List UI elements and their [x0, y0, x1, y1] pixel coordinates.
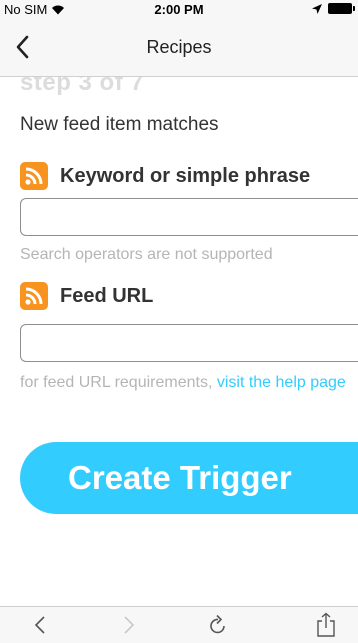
feed-url-field-header: Feed URL [20, 282, 153, 310]
feed-url-helper-text: for feed URL requirements, visit the hel… [20, 370, 355, 395]
keyword-field-header: Keyword or simple phrase [20, 162, 310, 190]
keyword-helper-text: Search operators are not supported [20, 246, 273, 263]
status-right [312, 3, 355, 14]
battery-icon [328, 3, 355, 14]
status-bar: No SIM 2:00 PM [0, 0, 358, 20]
trigger-description: New feed item matches [20, 114, 219, 135]
toolbar-forward-button[interactable] [107, 607, 151, 643]
toolbar-share-button[interactable] [304, 607, 348, 643]
share-icon [317, 612, 335, 637]
toolbar-back-button[interactable] [18, 607, 62, 643]
rss-icon [20, 282, 48, 310]
forward-icon [124, 616, 135, 634]
toolbar-reload-button[interactable] [196, 607, 240, 643]
browser-toolbar [0, 606, 358, 643]
feed-url-input[interactable] [20, 324, 358, 362]
create-trigger-button[interactable]: Create Trigger [20, 442, 358, 514]
keyword-field-label: Keyword or simple phrase [60, 164, 311, 187]
location-icon [312, 3, 322, 14]
rss-icon [20, 162, 48, 190]
page-title: Recipes [146, 37, 212, 57]
step-indicator: step 3 of 7 [20, 77, 145, 96]
keyword-input[interactable] [20, 198, 358, 236]
feed-url-field-label: Feed URL [60, 284, 154, 307]
feed-url-helper-prefix: for feed URL requirements, [20, 374, 217, 391]
reload-icon [210, 614, 225, 634]
main-content: step 3 of 7 New feed item matches Keywor… [0, 77, 358, 606]
help-page-link[interactable]: visit the help page [217, 374, 346, 391]
back-icon [34, 616, 45, 634]
nav-bar: Recipes [0, 20, 358, 77]
status-time: 2:00 PM [154, 2, 204, 17]
